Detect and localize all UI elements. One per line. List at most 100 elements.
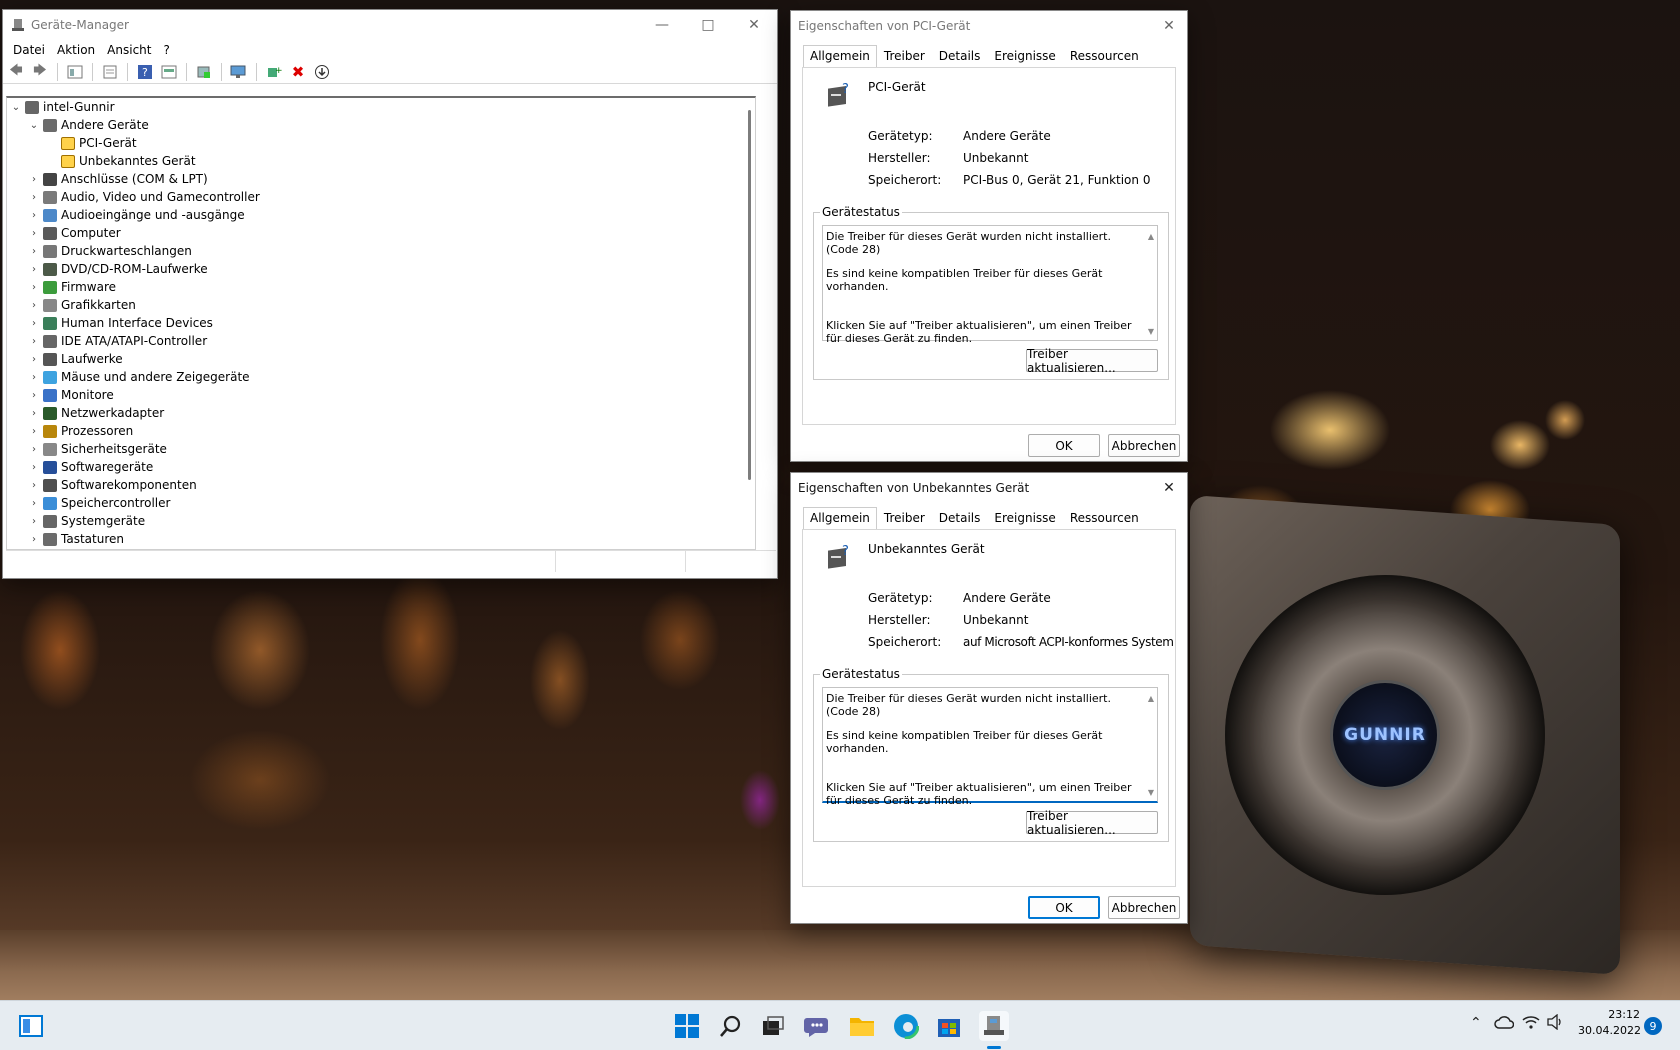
menu-aktion[interactable]: Aktion xyxy=(51,43,101,57)
tree-category[interactable]: › Tastaturen xyxy=(7,530,755,548)
chevron-right-icon[interactable]: › xyxy=(27,210,41,221)
tab-treiber[interactable]: Treiber xyxy=(877,507,932,529)
search-icon[interactable] xyxy=(716,1011,746,1041)
chevron-right-icon[interactable]: › xyxy=(27,246,41,257)
chevron-right-icon[interactable]: › xyxy=(27,264,41,275)
chevron-right-icon[interactable]: › xyxy=(27,336,41,347)
tree-root[interactable]: ⌄ intel-Gunnir xyxy=(7,98,755,116)
notification-badge[interactable]: 9 xyxy=(1644,1017,1662,1035)
update-driver-icon[interactable] xyxy=(195,63,213,81)
ok-button[interactable]: OK xyxy=(1028,434,1100,457)
tab-ressourcen[interactable]: Ressourcen xyxy=(1063,45,1146,67)
chevron-right-icon[interactable]: › xyxy=(27,390,41,401)
chevron-right-icon[interactable]: › xyxy=(27,498,41,509)
tab-allgemein[interactable]: Allgemein xyxy=(803,507,877,529)
cancel-button[interactable]: Abbrechen xyxy=(1108,434,1180,457)
ok-button[interactable]: OK xyxy=(1028,896,1100,919)
tree-device-item[interactable]: Unbekanntes Gerät xyxy=(7,152,755,170)
chevron-right-icon[interactable]: › xyxy=(27,516,41,527)
tree-category[interactable]: › DVD/CD-ROM-Laufwerke xyxy=(7,260,755,278)
tree-category[interactable]: › Laufwerke xyxy=(7,350,755,368)
device-status-textbox[interactable]: Die Treiber für dieses Gerät wurden nich… xyxy=(822,225,1158,345)
tree-category[interactable]: › Audioeingänge und -ausgänge xyxy=(7,206,755,224)
chevron-down-icon[interactable]: ⌄ xyxy=(9,102,23,113)
tree-category[interactable]: › Firmware xyxy=(7,278,755,296)
scroll-up-icon[interactable]: ▲ xyxy=(1148,692,1154,705)
tab-ereignisse[interactable]: Ereignisse xyxy=(987,45,1062,67)
close-button[interactable]: ✕ xyxy=(731,10,777,40)
chevron-right-icon[interactable]: › xyxy=(27,282,41,293)
tree-category[interactable]: › Netzwerkadapter xyxy=(7,404,755,422)
scroll-up-icon[interactable]: ▲ xyxy=(1148,230,1154,243)
chevron-right-icon[interactable]: › xyxy=(27,462,41,473)
tree-category[interactable]: › Mäuse und andere Zeigegeräte xyxy=(7,368,755,386)
scroll-down-icon[interactable]: ▼ xyxy=(1148,325,1154,338)
help-icon[interactable]: ? xyxy=(136,63,154,81)
tab-details[interactable]: Details xyxy=(932,45,988,67)
device-status-textbox[interactable]: Die Treiber für dieses Gerät wurden nich… xyxy=(822,687,1158,807)
chevron-right-icon[interactable]: › xyxy=(27,372,41,383)
tab-details[interactable]: Details xyxy=(932,507,988,529)
tree-category[interactable]: › Grafikkarten xyxy=(7,296,755,314)
chevron-right-icon[interactable]: › xyxy=(27,300,41,311)
device-manager-taskbar-icon[interactable] xyxy=(979,1011,1009,1041)
chevron-right-icon[interactable]: › xyxy=(27,444,41,455)
tree-category[interactable]: › Monitore xyxy=(7,386,755,404)
tree-scrollbar[interactable] xyxy=(748,110,751,480)
microsoft-store-icon[interactable] xyxy=(934,1011,964,1041)
view-tree-icon[interactable] xyxy=(66,63,84,81)
maximize-button[interactable]: □ xyxy=(685,10,731,40)
menu-help[interactable]: ? xyxy=(157,43,175,57)
chevron-right-icon[interactable]: › xyxy=(27,174,41,185)
back-arrow-icon[interactable]: 🡄 xyxy=(7,63,25,81)
cancel-button[interactable]: Abbrechen xyxy=(1108,896,1180,919)
tab-allgemein[interactable]: Allgemein xyxy=(803,45,877,67)
tree-category[interactable]: › Softwarekomponenten xyxy=(7,476,755,494)
chevron-right-icon[interactable]: › xyxy=(27,480,41,491)
clock[interactable]: 23:12 30.04.2022 xyxy=(1578,1007,1641,1039)
menu-ansicht[interactable]: Ansicht xyxy=(101,43,157,57)
tree-category[interactable]: › Speichercontroller xyxy=(7,494,755,512)
onedrive-cloud-icon[interactable] xyxy=(1494,1014,1515,1033)
forward-arrow-icon[interactable]: 🡆 xyxy=(31,63,49,81)
widgets-icon[interactable] xyxy=(16,1011,46,1041)
tree-category[interactable]: › Systemgeräte xyxy=(7,512,755,530)
tree-category[interactable]: › Anschlüsse (COM & LPT) xyxy=(7,170,755,188)
task-view-icon[interactable] xyxy=(758,1011,788,1041)
start-windows-icon[interactable] xyxy=(672,1011,702,1041)
chevron-down-icon[interactable]: ⌄ xyxy=(27,120,41,131)
tab-ereignisse[interactable]: Ereignisse xyxy=(987,507,1062,529)
update-driver-button[interactable]: Treiber aktualisieren... xyxy=(1026,347,1158,375)
file-explorer-icon[interactable] xyxy=(847,1011,877,1041)
menu-datei[interactable]: Datei xyxy=(7,43,51,57)
update-driver-button[interactable]: Treiber aktualisieren... xyxy=(1026,809,1158,837)
tree-category[interactable]: › Human Interface Devices xyxy=(7,314,755,332)
wifi-icon[interactable] xyxy=(1522,1014,1540,1033)
uninstall-x-icon[interactable]: ✖ xyxy=(289,63,307,81)
chevron-right-icon[interactable]: › xyxy=(27,192,41,203)
tree-category[interactable]: › Sicherheitsgeräte xyxy=(7,440,755,458)
chevron-up-icon[interactable]: ⌃ xyxy=(1470,1015,1482,1031)
tree-category[interactable]: › Druckwarteschlangen xyxy=(7,242,755,260)
tree-category[interactable]: › Prozessoren xyxy=(7,422,755,440)
tab-ressourcen[interactable]: Ressourcen xyxy=(1063,507,1146,529)
tree-category[interactable]: › Computer xyxy=(7,224,755,242)
chevron-right-icon[interactable]: › xyxy=(27,534,41,545)
tree-category[interactable]: › Audio, Video und Gamecontroller xyxy=(7,188,755,206)
chevron-right-icon[interactable]: › xyxy=(27,408,41,419)
teams-chat-icon[interactable] xyxy=(802,1011,832,1041)
scan-hardware-icon[interactable] xyxy=(230,63,248,81)
tree-category[interactable]: › Softwaregeräte xyxy=(7,458,755,476)
chevron-right-icon[interactable]: › xyxy=(27,426,41,437)
scroll-down-icon[interactable]: ▼ xyxy=(1148,786,1154,799)
chevron-right-icon[interactable]: › xyxy=(27,354,41,365)
tab-treiber[interactable]: Treiber xyxy=(877,45,932,67)
chevron-right-icon[interactable]: › xyxy=(27,228,41,239)
show-hidden-icon[interactable] xyxy=(160,63,178,81)
dialog-close-button[interactable]: ✕ xyxy=(1151,11,1187,41)
download-circle-icon[interactable] xyxy=(313,63,331,81)
tree-device-item[interactable]: PCI-Gerät xyxy=(7,134,755,152)
chevron-right-icon[interactable]: › xyxy=(27,318,41,329)
volume-icon[interactable] xyxy=(1546,1013,1564,1033)
add-driver-icon[interactable]: + xyxy=(265,63,283,81)
